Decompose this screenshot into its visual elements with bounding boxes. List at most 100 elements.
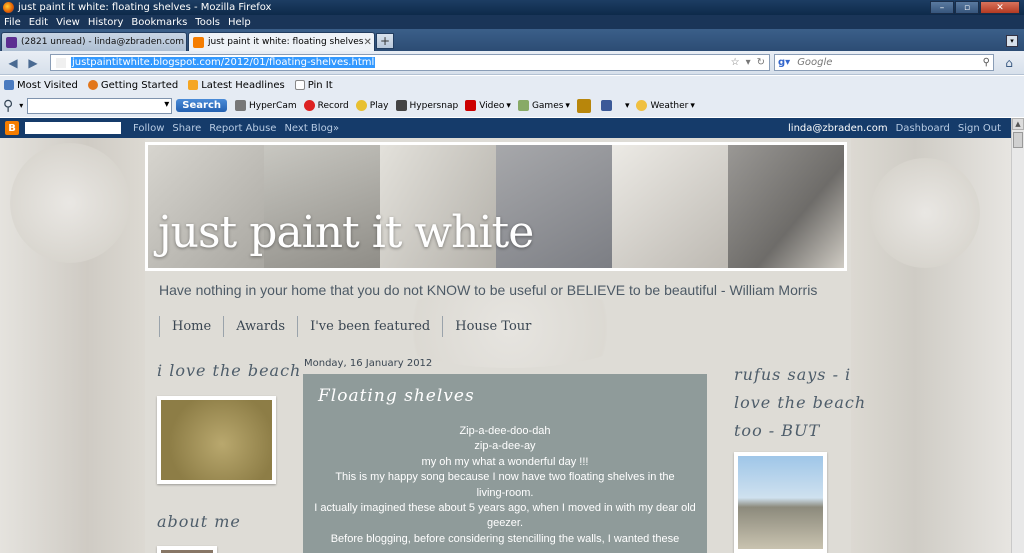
weather-icon xyxy=(636,100,648,111)
back-arrow-icon[interactable]: ◀ xyxy=(4,55,22,71)
firefox-icon xyxy=(3,2,14,13)
beach-heart-photo[interactable] xyxy=(157,396,276,484)
google-icon[interactable]: g▾ xyxy=(778,57,790,68)
blog-nav: Home Awards I've been featured House Tou… xyxy=(159,316,543,337)
most-visited-icon xyxy=(4,80,14,90)
bookmark-most-visited[interactable]: Most Visited xyxy=(4,80,78,91)
beach-sand-image xyxy=(161,400,272,480)
toolbar-search-input[interactable] xyxy=(27,97,173,114)
url-text: justpaintitwhite.blogspot.com/2012/01/fl… xyxy=(71,57,376,68)
nav-awards[interactable]: Awards xyxy=(223,316,297,337)
tab-close-icon[interactable]: ✕ xyxy=(364,37,372,48)
weather-button[interactable]: Weather ▾ xyxy=(636,100,695,111)
avatar-button[interactable] xyxy=(576,98,594,113)
bookmark-label: Getting Started xyxy=(100,79,179,91)
reload-icon[interactable]: ↻ xyxy=(757,57,765,68)
window-titlebar: just paint it white: floating shelves - … xyxy=(0,0,1024,15)
bookmark-latest-headlines[interactable]: Latest Headlines xyxy=(188,80,285,91)
share-link[interactable]: Share xyxy=(172,123,201,134)
search-bar[interactable]: g▾ Google ⚲ xyxy=(774,54,994,71)
history-dropdown-icon[interactable]: ▾ xyxy=(746,57,751,68)
nav-featured[interactable]: I've been featured xyxy=(297,316,442,337)
url-bar-actions: ☆ ▾ ↻ xyxy=(731,57,769,68)
tab-label: just paint it white: floating shelves xyxy=(208,37,364,47)
rss-feed-icon xyxy=(188,80,199,90)
video-button[interactable]: Video ▾ xyxy=(465,100,511,111)
post-line: geezer. xyxy=(486,517,524,530)
menu-help[interactable]: Help xyxy=(228,17,251,28)
maximize-button[interactable]: ▫ xyxy=(955,1,979,14)
window-controls: – ▫ ✕ xyxy=(930,1,1020,14)
dashboard-link[interactable]: Dashboard xyxy=(896,123,950,134)
toolbar-dropdown-arrow-icon[interactable]: ▾ xyxy=(19,101,23,110)
play-button[interactable]: Play xyxy=(355,100,389,111)
games-button[interactable]: Games ▾ xyxy=(517,100,570,111)
hypersnap-button[interactable]: Hypersnap xyxy=(395,100,459,111)
search-toolbar: ⚲ ▾ Search HyperCam Record Play Hypersna… xyxy=(0,94,1024,117)
blogger-search-input[interactable] xyxy=(25,122,121,134)
post-title[interactable]: Floating shelves xyxy=(318,386,475,406)
forward-arrow-icon[interactable]: ▶ xyxy=(24,55,42,71)
menu-history[interactable]: History xyxy=(88,17,124,28)
blogger-logo-icon[interactable]: B xyxy=(5,121,19,135)
site-identity-icon[interactable] xyxy=(56,57,66,68)
menu-file[interactable]: File xyxy=(4,17,21,28)
search-magnifier-icon[interactable]: ⚲ xyxy=(983,57,993,68)
tab-yahoo-mail[interactable]: (2821 unread) - linda@zbraden.com -... ✕ xyxy=(1,32,187,51)
url-bar[interactable]: justpaintitwhite.blogspot.com/2012/01/fl… xyxy=(50,54,770,71)
post-line: zip-a-dee-ay xyxy=(474,440,536,453)
window-title: just paint it white: floating shelves - … xyxy=(18,2,272,13)
record-button[interactable]: Record xyxy=(303,100,349,111)
post-line: my oh my what a wonderful day !!! xyxy=(421,455,589,468)
bookmark-getting-started[interactable]: Getting Started xyxy=(87,79,179,91)
minimize-button[interactable]: – xyxy=(930,1,954,14)
scroll-up-icon[interactable]: ▲ xyxy=(1012,118,1024,130)
header-photo xyxy=(612,145,728,268)
bookmark-label: Pin It xyxy=(307,79,333,91)
menu-tools[interactable]: Tools xyxy=(195,17,220,28)
yahoo-mail-icon xyxy=(6,36,17,48)
profile-photo[interactable] xyxy=(157,546,217,553)
menu-bar: File Edit View History Bookmarks Tools H… xyxy=(0,15,1024,29)
chevron-down-icon: ▾ xyxy=(506,100,511,111)
sign-out-link[interactable]: Sign Out xyxy=(958,123,1001,134)
facebook-icon xyxy=(600,100,612,111)
nav-home[interactable]: Home xyxy=(159,316,223,337)
nav-house-tour[interactable]: House Tour xyxy=(442,316,543,337)
facebook-button[interactable]: ▾ xyxy=(600,100,629,111)
toolbar-item-label: Video xyxy=(479,100,505,111)
blogger-user-area: linda@zbraden.com Dashboard Sign Out xyxy=(788,123,1011,134)
next-blog-link[interactable]: Next Blog» xyxy=(284,123,339,134)
page-scrollbar[interactable]: ▲ xyxy=(1011,118,1024,553)
home-icon[interactable]: ⌂ xyxy=(999,55,1019,71)
list-all-tabs-button[interactable]: ▾ xyxy=(1006,35,1018,47)
background-ornament xyxy=(870,158,980,268)
toolbar-item-label: Hypersnap xyxy=(409,100,459,111)
user-email: linda@zbraden.com xyxy=(788,122,888,134)
post-date: Monday, 16 January 2012 xyxy=(304,358,433,369)
toolbar-item-label: Weather xyxy=(650,100,689,111)
avatar-icon xyxy=(576,98,591,113)
menu-bookmarks[interactable]: Bookmarks xyxy=(131,17,187,28)
magnifier-icon: ⚲ xyxy=(3,97,14,114)
rufus-beach-photo[interactable] xyxy=(734,452,827,553)
bookmark-pin-it[interactable]: Pin It xyxy=(294,79,333,91)
bookmark-star-icon[interactable]: ☆ xyxy=(731,57,740,68)
hypercam-button[interactable]: HyperCam xyxy=(235,100,297,111)
menu-view[interactable]: View xyxy=(56,17,80,28)
scroll-thumb[interactable] xyxy=(1013,132,1023,148)
play-icon xyxy=(355,100,367,111)
follow-link[interactable]: Follow xyxy=(133,123,164,134)
report-abuse-link[interactable]: Report Abuse xyxy=(209,123,276,134)
header-collage: just paint it white xyxy=(148,145,844,268)
navigation-toolbar: ◀ ▶ justpaintitwhite.blogspot.com/2012/0… xyxy=(0,51,1024,75)
close-window-button[interactable]: ✕ xyxy=(980,1,1020,14)
bookmark-label: Latest Headlines xyxy=(201,79,285,91)
about-me-title: about me xyxy=(157,512,241,531)
new-tab-button[interactable]: + xyxy=(376,33,394,49)
menu-edit[interactable]: Edit xyxy=(29,17,48,28)
blog-header[interactable]: just paint it white xyxy=(145,142,847,271)
toolbar-search-button[interactable]: Search xyxy=(176,99,227,112)
toolbar-item-label: HyperCam xyxy=(249,100,297,111)
tab-blog[interactable]: just paint it white: floating shelves ✕ xyxy=(188,32,375,51)
